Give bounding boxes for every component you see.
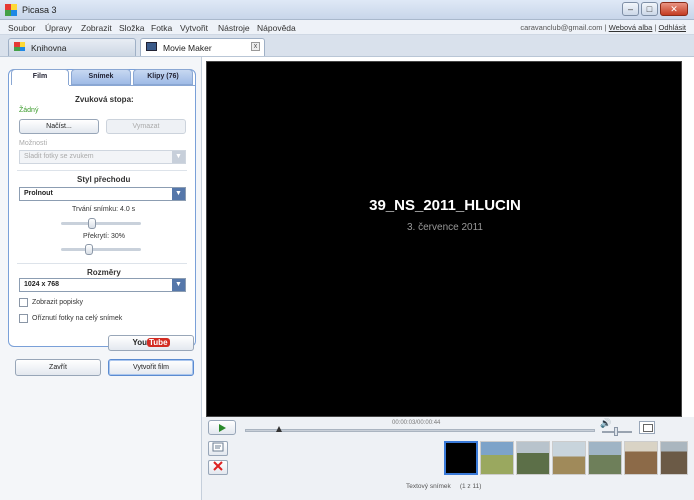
separator: |: [604, 23, 607, 32]
add-text-slide-button[interactable]: [208, 441, 228, 456]
filmstrip-thumb[interactable]: [480, 441, 514, 475]
filmstrip-status: Textový snímek (1 z 11): [406, 483, 481, 490]
menu-view[interactable]: Zobrazit: [81, 23, 112, 33]
show-captions-label: Zobrazit popisky: [32, 299, 83, 306]
options-select[interactable]: Sladit fotky se zvukem ▼: [19, 150, 186, 164]
play-button[interactable]: [208, 420, 236, 435]
menu-tools[interactable]: Nástroje: [218, 23, 250, 33]
window-title: Picasa 3: [22, 5, 57, 15]
dimensions-select[interactable]: 1024 x 768 ▼: [19, 278, 186, 292]
tab-bar: Knihovna Movie Maker x: [0, 35, 694, 57]
title-bar: Picasa 3 – □ ✕: [0, 0, 694, 20]
divider: [17, 170, 187, 171]
menu-bar: Soubor Úpravy Zobrazit Složka Fotka Vytv…: [0, 20, 694, 35]
youtube-logo-tube: Tube: [147, 338, 170, 347]
overlap-slider[interactable]: [85, 244, 93, 255]
create-movie-button[interactable]: Vytvořit film: [108, 359, 194, 376]
filmstrip-thumb[interactable]: [516, 441, 550, 475]
filmstrip-thumb[interactable]: [660, 441, 688, 475]
filmstrip-thumb[interactable]: [624, 441, 658, 475]
divider: [17, 263, 187, 264]
show-captions-checkbox[interactable]: [19, 298, 28, 307]
remove-audio-button[interactable]: Vymazat: [106, 119, 186, 134]
crop-fill-label: Oříznutí fotky na celý snímek: [32, 315, 123, 322]
timeline-scrubber[interactable]: [245, 429, 595, 432]
playhead-marker[interactable]: [276, 426, 282, 432]
overlap-track: [61, 248, 141, 251]
dimensions-title: Rozměry: [87, 268, 121, 277]
library-icon: [14, 42, 25, 51]
close-button[interactable]: Zavřít: [15, 359, 101, 376]
left-pane: Film Snímek Klipy (76) Zvuková stopa: Žá…: [0, 57, 202, 500]
movie-preview[interactable]: 39_NS_2011_HLUCIN 3. července 2011: [206, 61, 682, 417]
filmstrip-position: (1 z 11): [459, 483, 482, 490]
overlap-label: Překrytí: 30%: [83, 233, 126, 240]
filmstrip-thumb[interactable]: [552, 441, 586, 475]
menu-help[interactable]: Nápověda: [257, 23, 296, 33]
minimize-button[interactable]: –: [622, 2, 639, 16]
settings-panel: Film Snímek Klipy (76) Zvuková stopa: Žá…: [8, 69, 196, 347]
preview-date: 3. července 2011: [407, 222, 483, 233]
filmstrip-thumb[interactable]: [588, 441, 622, 475]
close-tab-icon[interactable]: x: [251, 42, 260, 51]
menu-photo[interactable]: Fotka: [151, 23, 172, 33]
slide-duration-slider[interactable]: [88, 218, 96, 229]
slide-duration-label: Trvání snímku: 4.0 s: [72, 206, 136, 213]
transition-select[interactable]: Prolnout ▼: [19, 187, 186, 201]
filmstrip-status-label: Textový snímek: [406, 483, 451, 490]
close-window-button[interactable]: ✕: [660, 2, 688, 16]
delete-slide-button[interactable]: [208, 460, 228, 475]
tab-clips[interactable]: Klipy (76): [133, 69, 193, 85]
logout-link[interactable]: Odhlásit: [658, 23, 686, 32]
film-icon: [146, 42, 157, 51]
volume-thumb[interactable]: [614, 427, 618, 436]
preview-title: 39_NS_2011_HLUCIN: [369, 197, 521, 214]
picasa-logo-icon: [5, 4, 17, 16]
menu-file[interactable]: Soubor: [8, 23, 35, 33]
filmstrip: [444, 441, 689, 477]
tabs-divider: [69, 85, 195, 86]
load-audio-button[interactable]: Načíst...: [19, 119, 99, 134]
volume-icon[interactable]: 🔊: [600, 418, 611, 429]
audio-status: Žádný: [19, 107, 39, 114]
account-area: caravanclub@gmail.com | Webová alba | Od…: [520, 23, 686, 32]
tab-library-label: Knihovna: [31, 43, 67, 53]
menu-folder[interactable]: Složka: [119, 23, 145, 33]
tab-movie-maker[interactable]: Movie Maker x: [140, 38, 265, 56]
youtube-logo-you: You: [132, 338, 147, 347]
text-slide-icon: [212, 442, 224, 452]
menu-create[interactable]: Vytvořit: [180, 23, 208, 33]
account-email: caravanclub@gmail.com: [520, 23, 603, 32]
menu-edit[interactable]: Úpravy: [45, 23, 72, 33]
transition-value: Prolnout: [24, 190, 53, 197]
chevron-down-icon: ▼: [172, 188, 185, 200]
options-value: Sladit fotky se zvukem: [24, 153, 94, 160]
tab-slide[interactable]: Snímek: [71, 69, 131, 85]
filmstrip-thumb-text-slide[interactable]: [444, 441, 478, 475]
options-label: Možnosti: [19, 140, 48, 147]
chevron-down-icon: ▼: [172, 151, 185, 163]
player-controls: 00:00:03/00:00:44 🔊 Textový snímek (1 z …: [202, 417, 694, 500]
maximize-button[interactable]: □: [641, 2, 658, 16]
fullscreen-icon[interactable]: [639, 421, 655, 434]
web-albums-link[interactable]: Webová alba: [609, 23, 653, 32]
separator: |: [654, 23, 657, 32]
time-readout: 00:00:03/00:00:44: [392, 420, 441, 426]
transition-title: Styl přechodu: [77, 175, 131, 184]
crop-fill-checkbox[interactable]: [19, 314, 28, 323]
tab-film[interactable]: Film: [11, 69, 69, 85]
tab-library[interactable]: Knihovna: [8, 38, 136, 56]
dimensions-value: 1024 x 768: [24, 281, 60, 288]
chevron-down-icon: ▼: [172, 279, 185, 291]
slide-duration-track: [61, 222, 141, 225]
audio-track-title: Zvuková stopa:: [75, 95, 134, 104]
red-x-icon: [213, 461, 223, 471]
tab-movie-maker-label: Movie Maker: [163, 43, 212, 53]
youtube-button[interactable]: You Tube: [108, 335, 194, 351]
